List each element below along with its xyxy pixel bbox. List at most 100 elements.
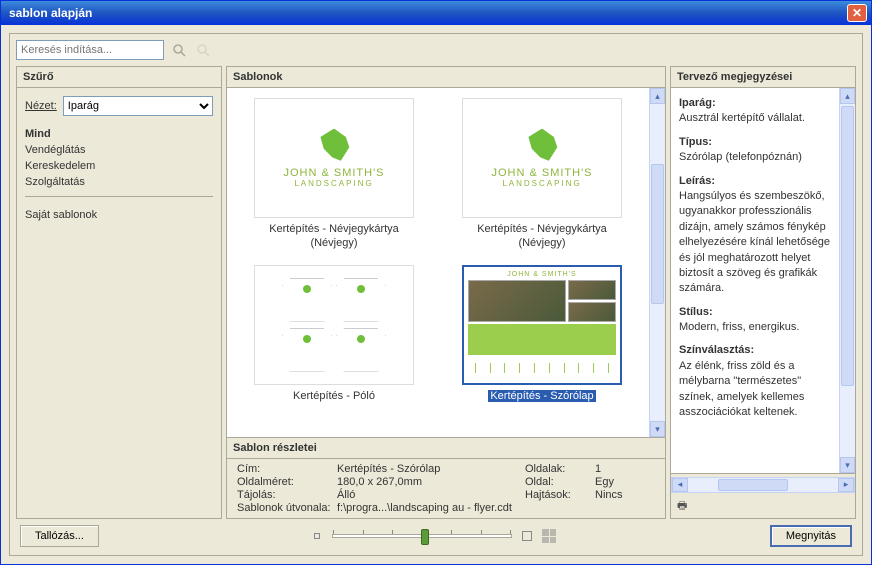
notes-body: Iparág: Ausztrál kertépítő vállalat. Típ… [671, 88, 855, 473]
main-row: Szűrő Nézet: Iparág Mind Vendéglátás Ker… [16, 66, 856, 519]
template-label: Kertépítés - Névjegykártya (Névjegy) [462, 222, 622, 251]
detail-value: 1 [595, 463, 655, 475]
leaf-icon [525, 129, 559, 163]
detail-label: Hajtások: [525, 489, 595, 501]
notes-scrollbar[interactable]: ▴ ▾ [839, 88, 855, 473]
filter-item-retail[interactable]: Kereskedelem [25, 158, 213, 174]
filter-header: Szűrő [17, 67, 221, 88]
template-item-selected[interactable]: JOHN & SMITH'S Kertépítés - Szórólap [462, 265, 622, 403]
filter-list: Mind Vendéglátás Kereskedelem Szolgáltat… [25, 126, 213, 223]
logo-text: JOHN & SMITH'S [491, 167, 592, 179]
notes-value: Hangsúlyos és szembeszökő, ugyanakkor pr… [679, 190, 830, 294]
detail-label: Oldalak: [525, 463, 595, 475]
notes-key: Leírás: [679, 174, 831, 189]
detail-value: Álló [337, 489, 525, 501]
notes-hscrollbar[interactable]: ◂ ▸ [671, 477, 855, 493]
scroll-up-icon[interactable]: ▴ [840, 88, 855, 104]
detail-value: Nincs [595, 489, 655, 501]
template-label: Kertépítés - Szórólap [488, 389, 595, 403]
scroll-thumb[interactable] [651, 164, 664, 304]
logo-text: JOHN & SMITH'S [468, 271, 616, 278]
print-row: 🖶 [671, 495, 855, 518]
window-title: sablon alapján [9, 6, 847, 20]
details-panel: Sablon részletei Cím: Kertépítés - Szóró… [227, 437, 665, 518]
filter-body: Nézet: Iparág Mind Vendéglátás Kereskede… [17, 88, 221, 231]
template-label: Kertépítés - Névjegykártya (Névjegy) [254, 222, 414, 251]
notes-value: Modern, friss, energikus. [679, 321, 799, 333]
scroll-thumb[interactable] [841, 106, 854, 386]
filter-item-hospitality[interactable]: Vendéglátás [25, 142, 213, 158]
notes-header: Tervező megjegyzései [671, 67, 855, 88]
template-thumbnail [254, 265, 414, 385]
logo-subtext: LANDSCAPING [294, 179, 373, 188]
notes-text: Iparág: Ausztrál kertépítő vállalat. Típ… [671, 88, 839, 473]
zoom-slider[interactable] [332, 534, 512, 538]
dialog-body: Szűrő Nézet: Iparág Mind Vendéglátás Ker… [9, 33, 863, 556]
templates-area: JOHN & SMITH'S LANDSCAPING Kertépítés - … [227, 88, 665, 437]
titlebar: sablon alapján ✕ [1, 1, 871, 25]
filter-item-own[interactable]: Saját sablonok [25, 207, 213, 223]
notes-value: Az élénk, friss zöld és a mélybarna "ter… [679, 360, 804, 418]
templates-grid: JOHN & SMITH'S LANDSCAPING Kertépítés - … [227, 88, 649, 437]
bottom-row: Tallózás... Megnyitás [16, 519, 856, 549]
zoom-large-icon[interactable] [522, 531, 532, 541]
scroll-thumb[interactable] [718, 479, 788, 491]
printer-icon[interactable]: 🖶 [677, 500, 687, 512]
templates-header: Sablonok [227, 67, 665, 88]
dialog-window: sablon alapján ✕ Szűrő Nézet: [0, 0, 872, 565]
detail-value: Egy [595, 476, 655, 488]
open-button[interactable]: Megnyitás [770, 525, 852, 547]
scroll-left-icon[interactable]: ◂ [672, 478, 688, 492]
template-item[interactable]: JOHN & SMITH'S LANDSCAPING Kertépítés - … [462, 98, 622, 251]
zoom-slider-thumb[interactable] [421, 529, 429, 545]
scroll-track[interactable] [688, 478, 838, 492]
notes-key: Stílus: [679, 305, 831, 320]
close-icon: ✕ [852, 6, 862, 20]
scroll-down-icon[interactable]: ▾ [840, 457, 855, 473]
template-label: Kertépítés - Póló [293, 389, 375, 403]
templates-panel: Sablonok JOHN & SMITH'S LANDSCAPING Kert… [226, 66, 666, 519]
detail-label: Oldalméret: [237, 476, 337, 488]
zoom-slider-area [109, 529, 760, 543]
detail-value: Kertépítés - Szórólap [337, 463, 525, 475]
view-select[interactable]: Iparág [63, 96, 213, 116]
filter-item-service[interactable]: Szolgáltatás [25, 174, 213, 190]
scroll-down-icon[interactable]: ▾ [650, 421, 665, 437]
view-row: Nézet: Iparág [25, 96, 213, 116]
detail-value: 180,0 x 267,0mm [337, 476, 525, 488]
detail-label: Oldal: [525, 476, 595, 488]
scroll-track[interactable] [650, 104, 665, 421]
details-header: Sablon részletei [227, 438, 665, 459]
detail-label: Cím: [237, 463, 337, 475]
reset-search-icon[interactable] [194, 41, 212, 59]
filter-item-all[interactable]: Mind [25, 126, 213, 142]
scroll-track[interactable] [840, 104, 855, 457]
details-body: Cím: Kertépítés - Szórólap Oldalak: 1 Ol… [227, 459, 665, 518]
scroll-right-icon[interactable]: ▸ [838, 478, 854, 492]
search-row [16, 40, 856, 66]
browse-button[interactable]: Tallózás... [20, 525, 99, 547]
scroll-up-icon[interactable]: ▴ [650, 88, 665, 104]
filter-separator [25, 196, 213, 201]
leaf-icon [317, 129, 351, 163]
search-icon[interactable] [170, 41, 188, 59]
notes-footer: ◂ ▸ [671, 473, 855, 495]
logo-text: JOHN & SMITH'S [283, 167, 384, 179]
filter-panel: Szűrő Nézet: Iparág Mind Vendéglátás Ker… [16, 66, 222, 519]
search-input[interactable] [16, 40, 164, 60]
template-thumbnail: JOHN & SMITH'S LANDSCAPING [254, 98, 414, 218]
templates-scrollbar[interactable]: ▴ ▾ [649, 88, 665, 437]
notes-key: Iparág: [679, 96, 831, 111]
close-button[interactable]: ✕ [847, 4, 867, 22]
notes-key: Típus: [679, 135, 831, 150]
detail-label: Sablonok útvonala: [237, 502, 337, 514]
template-item[interactable]: Kertépítés - Póló [254, 265, 414, 403]
view-label: Nézet: [25, 100, 57, 112]
grid-view-icon[interactable] [542, 529, 556, 543]
detail-value: f:\progra...\landscaping au - flyer.cdt [337, 502, 655, 514]
logo-subtext: LANDSCAPING [502, 179, 581, 188]
notes-value: Ausztrál kertépítő vállalat. [679, 112, 805, 124]
zoom-small-icon[interactable] [312, 531, 322, 541]
template-item[interactable]: JOHN & SMITH'S LANDSCAPING Kertépítés - … [254, 98, 414, 251]
notes-value: Szórólap (telefonpóznán) [679, 151, 802, 163]
